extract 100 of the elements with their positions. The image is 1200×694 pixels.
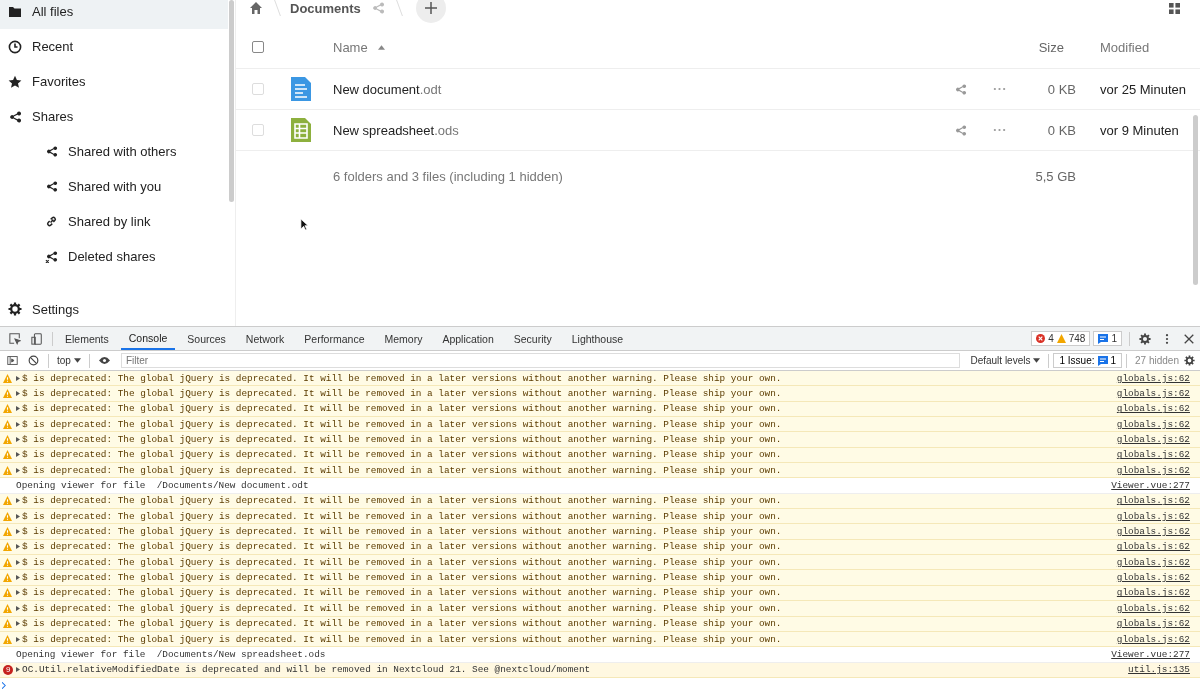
select-all-checkbox[interactable] [252, 41, 264, 53]
new-button[interactable] [415, 0, 446, 23]
source-link[interactable]: globals.js:62 [1116, 541, 1190, 553]
source-link[interactable]: globals.js:62 [1116, 633, 1190, 645]
nav-item[interactable]: Recent [0, 29, 228, 64]
file-name[interactable]: New document.odt [333, 81, 442, 97]
nav-item[interactable]: All files [0, 0, 228, 29]
devtools-tab[interactable]: Application [434, 327, 502, 350]
warning-icon [3, 634, 12, 644]
expand-icon[interactable] [16, 467, 20, 473]
devtools-tab[interactable]: Memory [376, 327, 431, 350]
devtools-tab[interactable]: Elements [57, 327, 117, 350]
scrollbar[interactable] [1193, 115, 1198, 285]
source-link[interactable]: globals.js:62 [1116, 556, 1190, 568]
share-icon[interactable] [954, 82, 967, 96]
device-toolbar-icon[interactable] [31, 332, 43, 345]
source-link[interactable]: globals.js:62 [1116, 495, 1190, 507]
expand-icon[interactable] [16, 529, 20, 535]
expand-icon[interactable] [16, 375, 20, 381]
source-link[interactable]: globals.js:62 [1116, 526, 1190, 538]
settings-icon[interactable] [1184, 355, 1195, 366]
devtools-tab[interactable]: Console [120, 327, 176, 350]
expand-icon[interactable] [16, 636, 20, 642]
source-link[interactable]: globals.js:62 [1116, 587, 1190, 599]
source-link[interactable]: util.js:135 [1128, 664, 1190, 676]
context-dropdown[interactable]: top [53, 355, 85, 366]
clear-console-icon[interactable] [28, 355, 39, 366]
expand-icon[interactable] [16, 544, 20, 550]
issues-button[interactable]: 1 Issue: 1 [1053, 353, 1123, 368]
warning-icon [3, 511, 12, 521]
link-icon [45, 215, 58, 228]
expand-icon[interactable] [16, 391, 20, 396]
source-link[interactable]: globals.js:62 [1116, 572, 1190, 584]
sidebar-toggle-icon[interactable] [7, 355, 18, 366]
row-checkbox[interactable] [252, 124, 264, 136]
inspect-icon[interactable] [9, 332, 21, 345]
expand-icon[interactable] [16, 406, 20, 412]
source-link[interactable]: globals.js:62 [1116, 464, 1190, 476]
log-message: $ is deprecated: The global jQuery is deprecated. It will be removed in a later versions without another warning. Please ship your own. [22, 633, 782, 645]
source-link[interactable]: globals.js:62 [1116, 388, 1190, 399]
nav-item[interactable]: Favorites [0, 64, 228, 99]
source-link[interactable]: globals.js:62 [1116, 618, 1190, 630]
expand-icon[interactable] [16, 575, 20, 581]
devtools-tab[interactable]: Network [237, 327, 293, 350]
expand-icon[interactable] [16, 559, 20, 565]
console-counts[interactable]: 4 748 [1031, 331, 1091, 346]
source-link[interactable]: globals.js:62 [1116, 403, 1190, 415]
nav-item[interactable]: Shared with others [0, 134, 228, 169]
expand-icon[interactable] [16, 421, 20, 427]
nav-item[interactable]: Shares [0, 99, 228, 134]
nav-item[interactable]: Shared with you [0, 169, 228, 204]
messages-count[interactable]: 1 [1093, 331, 1122, 346]
prompt-icon [2, 682, 6, 690]
settings-icon[interactable] [1139, 332, 1151, 345]
size-column-header[interactable]: Size [1014, 39, 1076, 55]
row-checkbox[interactable] [252, 83, 264, 95]
expand-icon[interactable] [16, 621, 20, 627]
breadcrumb-folder[interactable]: Documents [290, 0, 361, 16]
devtools-tab[interactable]: Sources [179, 327, 234, 350]
filter-field[interactable]: Filter [120, 353, 961, 368]
eye-icon[interactable] [98, 355, 110, 366]
grid-view-icon[interactable] [1169, 2, 1180, 14]
nav-item[interactable]: Shared by link [0, 204, 228, 239]
share-icon[interactable] [954, 123, 967, 137]
log-message: $ is deprecated: The global jQuery is deprecated. It will be removed in a later versions without another warning. Please ship your own. [22, 372, 782, 384]
log-message: $ is deprecated: The global jQuery is deprecated. It will be removed in a later versions without another warning. Please ship your own. [22, 403, 782, 415]
expand-icon[interactable] [16, 498, 20, 504]
modified-column-header[interactable]: Modified [1076, 39, 1200, 55]
source-link[interactable]: globals.js:62 [1116, 372, 1190, 384]
devtools-tab[interactable]: Lighthouse [563, 327, 632, 350]
settings-item[interactable]: Settings [0, 294, 228, 324]
file-name[interactable]: New spreadsheet.ods [333, 122, 459, 138]
expand-icon[interactable] [16, 605, 20, 611]
expand-icon[interactable] [16, 667, 20, 673]
warning-icon [3, 496, 12, 506]
expand-icon[interactable] [16, 437, 20, 443]
source-link[interactable]: globals.js:62 [1116, 449, 1190, 461]
levels-dropdown[interactable]: Default levels [966, 355, 1045, 366]
warning-icon [3, 557, 12, 567]
expand-icon[interactable] [16, 452, 20, 458]
source-link[interactable]: globals.js:62 [1116, 434, 1190, 446]
hidden-count: 27 hidden [1135, 355, 1179, 366]
log-message: $ is deprecated: The global jQuery is deprecated. It will be removed in a later versions without another warning. Please ship your own. [22, 556, 782, 568]
devtools-tab[interactable]: Security [505, 327, 560, 350]
cursor-icon [300, 218, 309, 231]
log-message: $ is deprecated: The global jQuery is deprecated. It will be removed in a later versions without another warning. Please ship your own. [22, 587, 782, 599]
expand-icon[interactable] [16, 590, 20, 596]
home-icon[interactable] [249, 1, 263, 15]
source-link[interactable]: globals.js:62 [1116, 510, 1190, 522]
close-icon[interactable] [1183, 332, 1195, 345]
scrollbar[interactable] [229, 0, 234, 202]
source-link[interactable]: Viewer.vue:277 [1111, 648, 1190, 660]
source-link[interactable]: globals.js:62 [1116, 602, 1190, 614]
devtools-tab[interactable]: Performance [296, 327, 373, 350]
name-column-header[interactable]: Name [333, 39, 368, 55]
expand-icon[interactable] [16, 513, 20, 519]
log-message: $ is deprecated: The global jQuery is deprecated. It will be removed in a later versions without another warning. Please ship your own. [22, 464, 782, 476]
source-link[interactable]: globals.js:62 [1116, 418, 1190, 430]
source-link[interactable]: Viewer.vue:277 [1111, 480, 1190, 492]
nav-item[interactable]: Deleted shares [0, 239, 228, 274]
